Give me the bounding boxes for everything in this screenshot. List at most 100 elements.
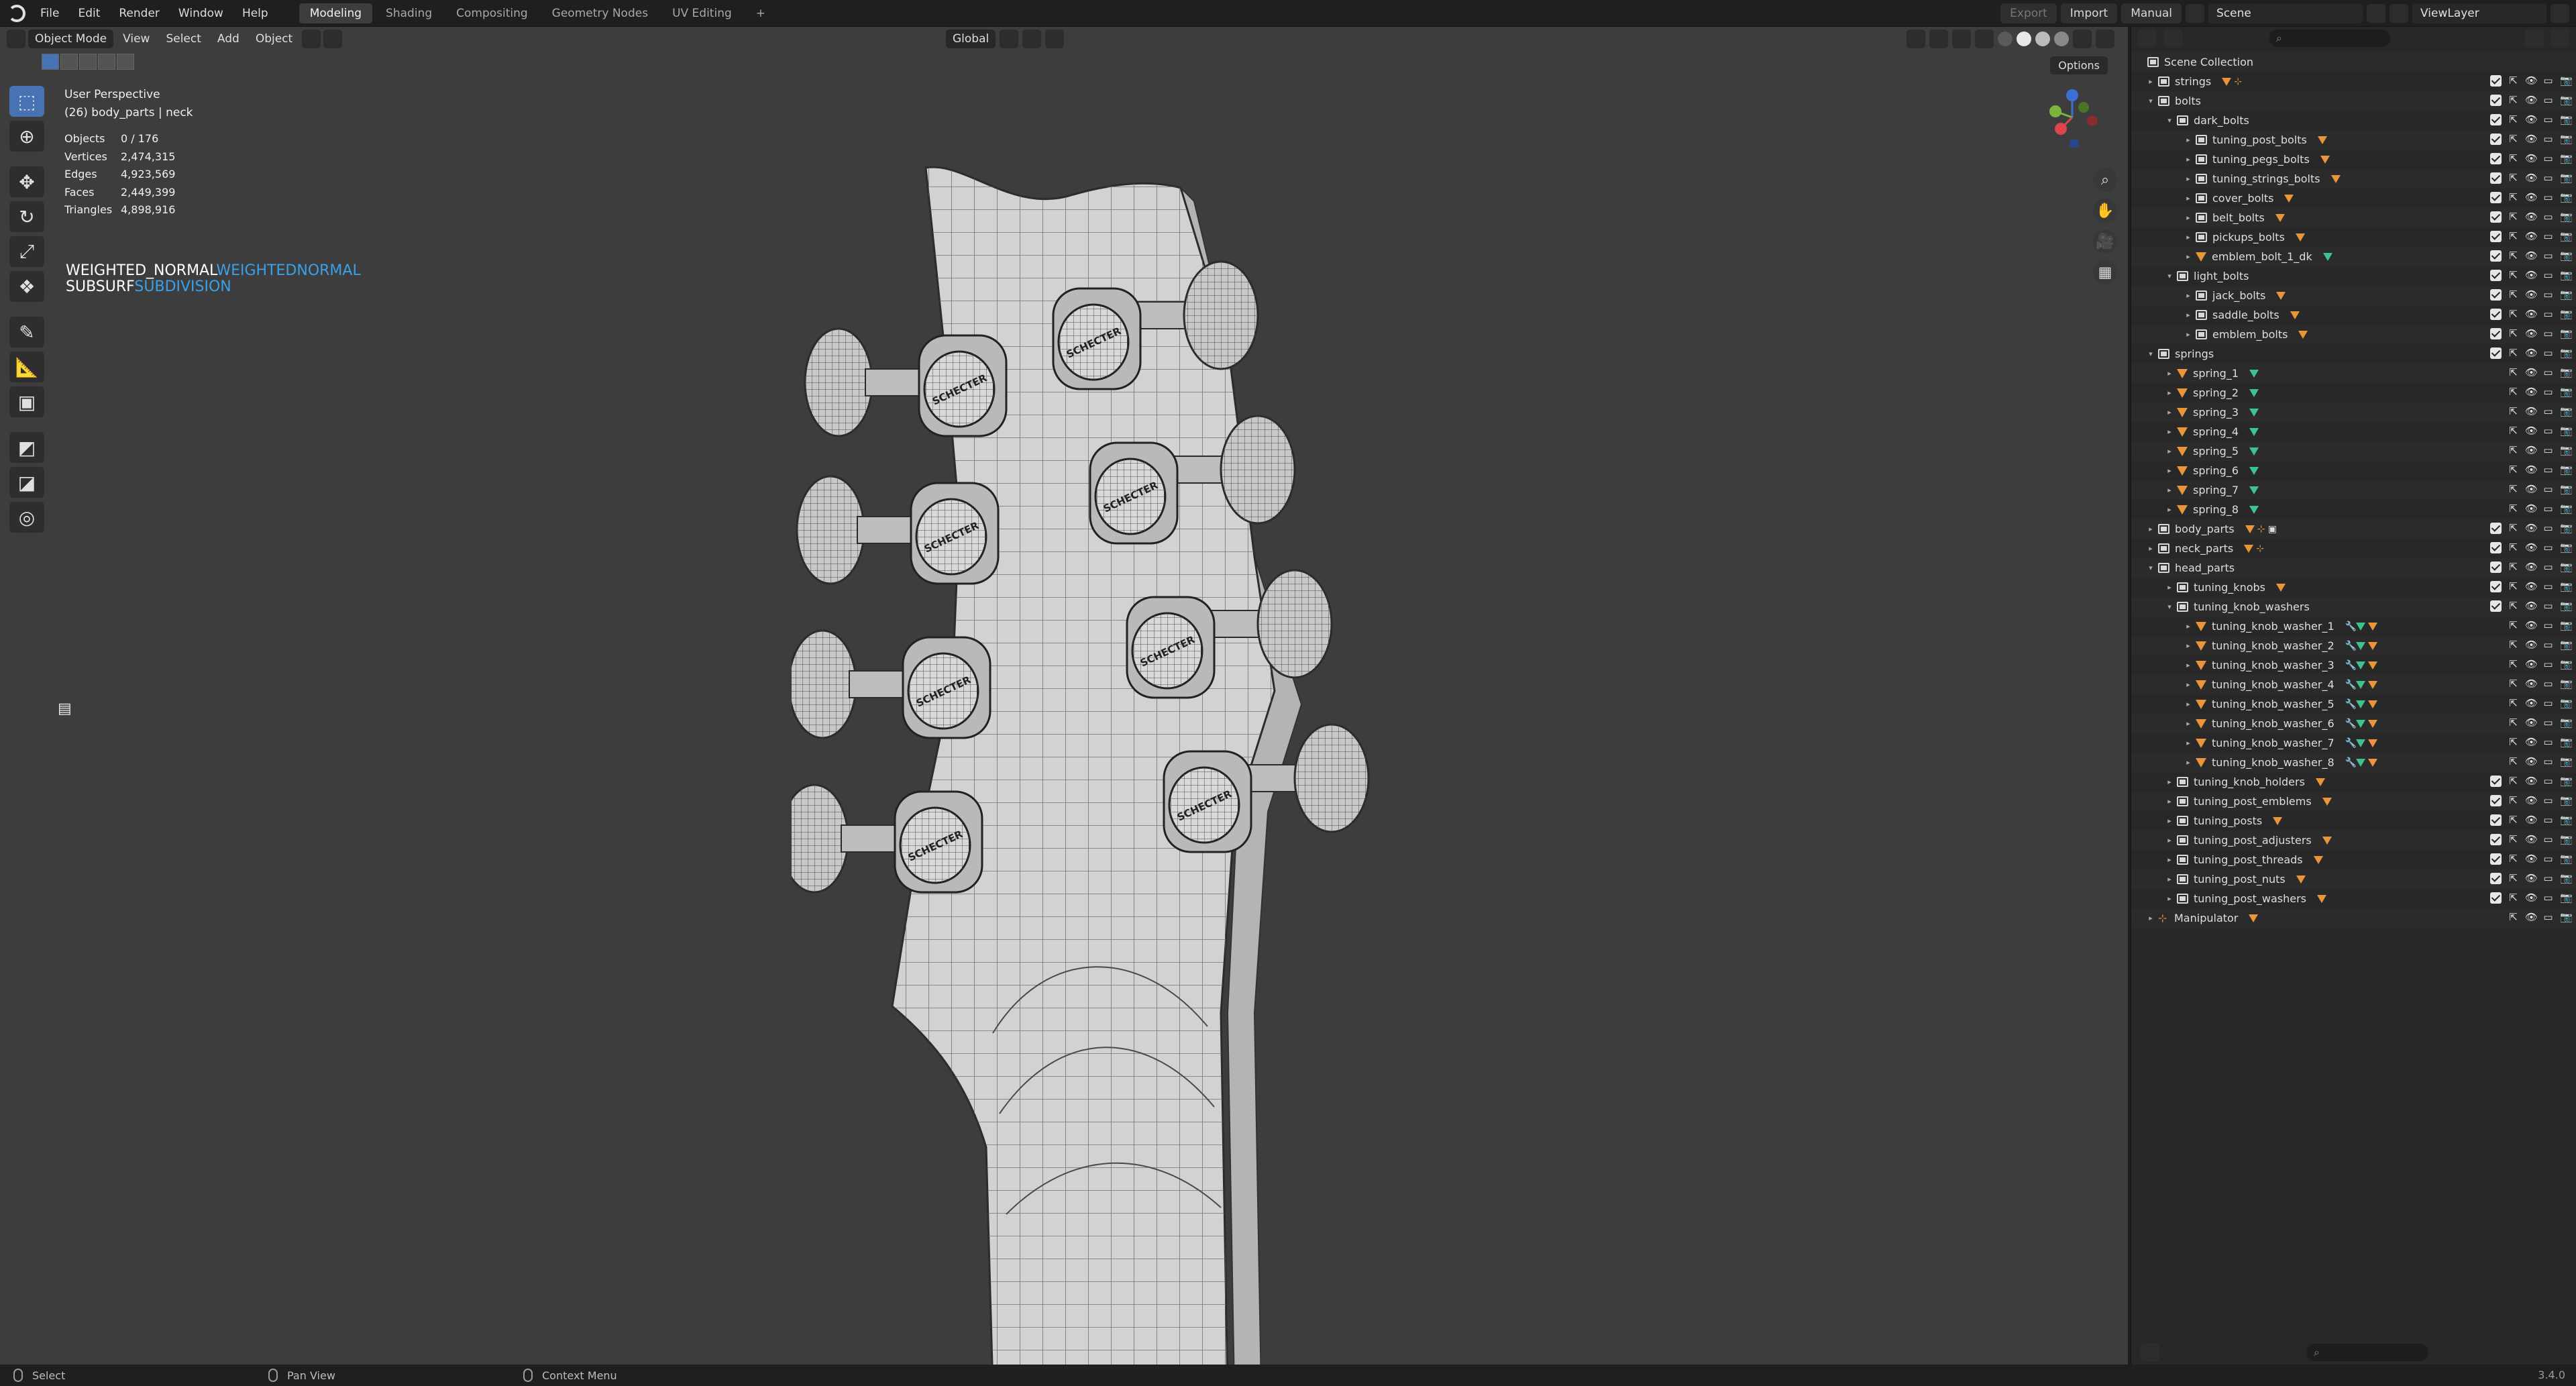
selectable-arrow-icon[interactable]: ⇱ — [2508, 445, 2519, 456]
expand-arrow-icon[interactable]: ▸ — [2165, 388, 2174, 397]
render-camera-icon[interactable]: 📷 — [2560, 756, 2573, 767]
selectable-arrow-icon[interactable]: ⇱ — [2508, 348, 2519, 359]
view-menu[interactable]: View — [116, 30, 156, 48]
eye-visibility-icon[interactable]: 👁 — [2525, 717, 2538, 729]
selectable-arrow-icon[interactable]: ⇱ — [2508, 328, 2519, 339]
eye-visibility-icon[interactable]: 👁 — [2525, 562, 2538, 573]
selectable-arrow-icon[interactable]: ⇱ — [2508, 231, 2519, 242]
exclude-checkbox[interactable] — [2490, 114, 2502, 125]
filter-icon[interactable] — [2073, 30, 2092, 48]
eye-visibility-icon[interactable]: 👁 — [2525, 737, 2538, 748]
render-camera-icon[interactable]: 📷 — [2560, 367, 2573, 378]
eye-visibility-icon[interactable]: 👁 — [2525, 873, 2538, 884]
editor-type-icon[interactable] — [7, 30, 25, 48]
outliner-item-spring-3[interactable]: ▸ spring_3 ⇱ 👁 ▭ 📷 — [2131, 403, 2576, 422]
add-cube-tool[interactable]: ▣ — [9, 386, 44, 417]
render-camera-icon[interactable]: 📷 — [2560, 172, 2573, 184]
solid-shading-icon[interactable] — [2017, 32, 2031, 46]
selectable-arrow-icon[interactable]: ⇱ — [2508, 250, 2519, 262]
render-camera-icon[interactable]: 📷 — [2560, 853, 2573, 865]
exclude-checkbox[interactable] — [2490, 834, 2502, 845]
eye-visibility-icon[interactable]: 👁 — [2525, 484, 2538, 495]
exclude-checkbox[interactable] — [2490, 795, 2502, 806]
outliner-item-tuning-post-bolts[interactable]: ▸ tuning_post_bolts ⇱ 👁 ▭ 📷 — [2131, 130, 2576, 150]
selectable-arrow-icon[interactable]: ⇱ — [2508, 600, 2519, 612]
selectable-arrow-icon[interactable]: ⇱ — [2508, 270, 2519, 281]
eye-visibility-icon[interactable]: 👁 — [2525, 231, 2538, 242]
viewport-monitor-icon[interactable]: ▭ — [2542, 717, 2554, 729]
render-camera-icon[interactable]: 📷 — [2560, 348, 2573, 359]
render-camera-icon[interactable]: 📷 — [2560, 134, 2573, 145]
selectable-arrow-icon[interactable]: ⇱ — [2508, 464, 2519, 476]
properties-editor-icon[interactable] — [2141, 1343, 2159, 1362]
pan-hand-icon[interactable]: ✋ — [2093, 199, 2117, 223]
exclude-checkbox[interactable] — [2490, 348, 2502, 359]
scene-selector[interactable]: Scene — [2208, 3, 2363, 23]
expand-arrow-icon[interactable]: ▸ — [2184, 661, 2193, 670]
inset-tool[interactable]: ◪ — [9, 467, 44, 498]
selectable-arrow-icon[interactable]: ⇱ — [2508, 211, 2519, 223]
outliner-item-tuning-knob-washers[interactable]: ▾ tuning_knob_washers ⇱ 👁 ▭ 📷 — [2131, 597, 2576, 617]
render-camera-icon[interactable]: 📷 — [2560, 270, 2573, 281]
viewport-monitor-icon[interactable]: ▭ — [2542, 367, 2554, 378]
add-menu[interactable]: Add — [211, 30, 246, 48]
eye-visibility-icon[interactable]: 👁 — [2525, 503, 2538, 515]
viewport-monitor-icon[interactable]: ▭ — [2542, 834, 2554, 845]
gizmo-z-axis[interactable] — [2066, 89, 2078, 101]
visibility-icon[interactable] — [1907, 30, 1925, 48]
selectable-arrow-icon[interactable]: ⇱ — [2508, 562, 2519, 573]
measure-tool[interactable]: 📐 — [9, 352, 44, 382]
eye-visibility-icon[interactable]: 👁 — [2525, 445, 2538, 456]
selectable-arrow-icon[interactable]: ⇱ — [2508, 756, 2519, 767]
rendered-shading-icon[interactable] — [2054, 32, 2069, 46]
exclude-checkbox[interactable] — [2490, 250, 2502, 262]
exclude-checkbox[interactable] — [2490, 873, 2502, 884]
exclude-checkbox[interactable] — [2490, 562, 2502, 573]
blender-logo-icon[interactable] — [8, 4, 25, 22]
tab-compositing[interactable]: Compositing — [445, 3, 539, 23]
collapse-arrow-icon[interactable]: ▾ — [2165, 116, 2174, 125]
expand-arrow-icon[interactable]: ▸ — [2184, 136, 2193, 144]
outliner-item-tuning-strings-bolts[interactable]: ▸ tuning_strings_bolts ⇱ 👁 ▭ 📷 — [2131, 169, 2576, 189]
orientation-selector[interactable]: Global — [946, 30, 996, 48]
collapse-arrow-icon[interactable]: ▾ — [2165, 602, 2174, 611]
camera-view-icon[interactable]: 🎥 — [2093, 229, 2117, 254]
eye-visibility-icon[interactable]: 👁 — [2525, 406, 2538, 417]
viewport-monitor-icon[interactable]: ▭ — [2542, 639, 2554, 651]
viewport-monitor-icon[interactable]: ▭ — [2542, 75, 2554, 87]
transform-tool[interactable]: ❖ — [9, 271, 44, 302]
selectable-arrow-icon[interactable]: ⇱ — [2508, 406, 2519, 417]
import-button[interactable]: Import — [2060, 3, 2118, 23]
selectable-arrow-icon[interactable]: ⇱ — [2508, 134, 2519, 145]
add-workspace-button[interactable]: + — [745, 3, 776, 23]
transform-pivot-icon[interactable] — [302, 30, 321, 48]
render-camera-icon[interactable]: 📷 — [2560, 717, 2573, 729]
render-camera-icon[interactable]: 📷 — [2560, 464, 2573, 476]
eye-visibility-icon[interactable]: 👁 — [2525, 892, 2538, 904]
eye-visibility-icon[interactable]: 👁 — [2525, 328, 2538, 339]
gizmo-toggle-icon[interactable] — [1929, 30, 1948, 48]
exclude-checkbox[interactable] — [2490, 289, 2502, 301]
exclude-checkbox[interactable] — [2490, 192, 2502, 203]
selectable-arrow-icon[interactable]: ⇱ — [2508, 795, 2519, 806]
menu-edit[interactable]: Edit — [68, 0, 109, 27]
render-camera-icon[interactable]: 📷 — [2560, 114, 2573, 125]
sidebar-toggle-icon[interactable]: ▤ — [58, 700, 72, 717]
expand-arrow-icon[interactable]: ▸ — [2146, 544, 2155, 553]
render-camera-icon[interactable]: 📷 — [2560, 309, 2573, 320]
exclude-checkbox[interactable] — [2490, 211, 2502, 223]
viewport-monitor-icon[interactable]: ▭ — [2542, 737, 2554, 748]
eye-visibility-icon[interactable]: 👁 — [2525, 425, 2538, 437]
render-camera-icon[interactable]: 📷 — [2560, 289, 2573, 301]
selectable-arrow-icon[interactable]: ⇱ — [2508, 386, 2519, 398]
eye-visibility-icon[interactable]: 👁 — [2525, 523, 2538, 534]
expand-arrow-icon[interactable]: ▸ — [2184, 174, 2193, 183]
selectable-arrow-icon[interactable]: ⇱ — [2508, 114, 2519, 125]
selectable-arrow-icon[interactable]: ⇱ — [2508, 717, 2519, 729]
selectable-arrow-icon[interactable]: ⇱ — [2508, 172, 2519, 184]
viewport-monitor-icon[interactable]: ▭ — [2542, 542, 2554, 553]
render-camera-icon[interactable]: 📷 — [2560, 95, 2573, 106]
selectable-arrow-icon[interactable]: ⇱ — [2508, 639, 2519, 651]
outliner-item-cover-bolts[interactable]: ▸ cover_bolts ⇱ 👁 ▭ 📷 — [2131, 189, 2576, 208]
outliner-item-tuning-knob-washer-4[interactable]: ▸ tuning_knob_washer_4 🔧 ⇱ 👁 ▭ 📷 — [2131, 675, 2576, 694]
